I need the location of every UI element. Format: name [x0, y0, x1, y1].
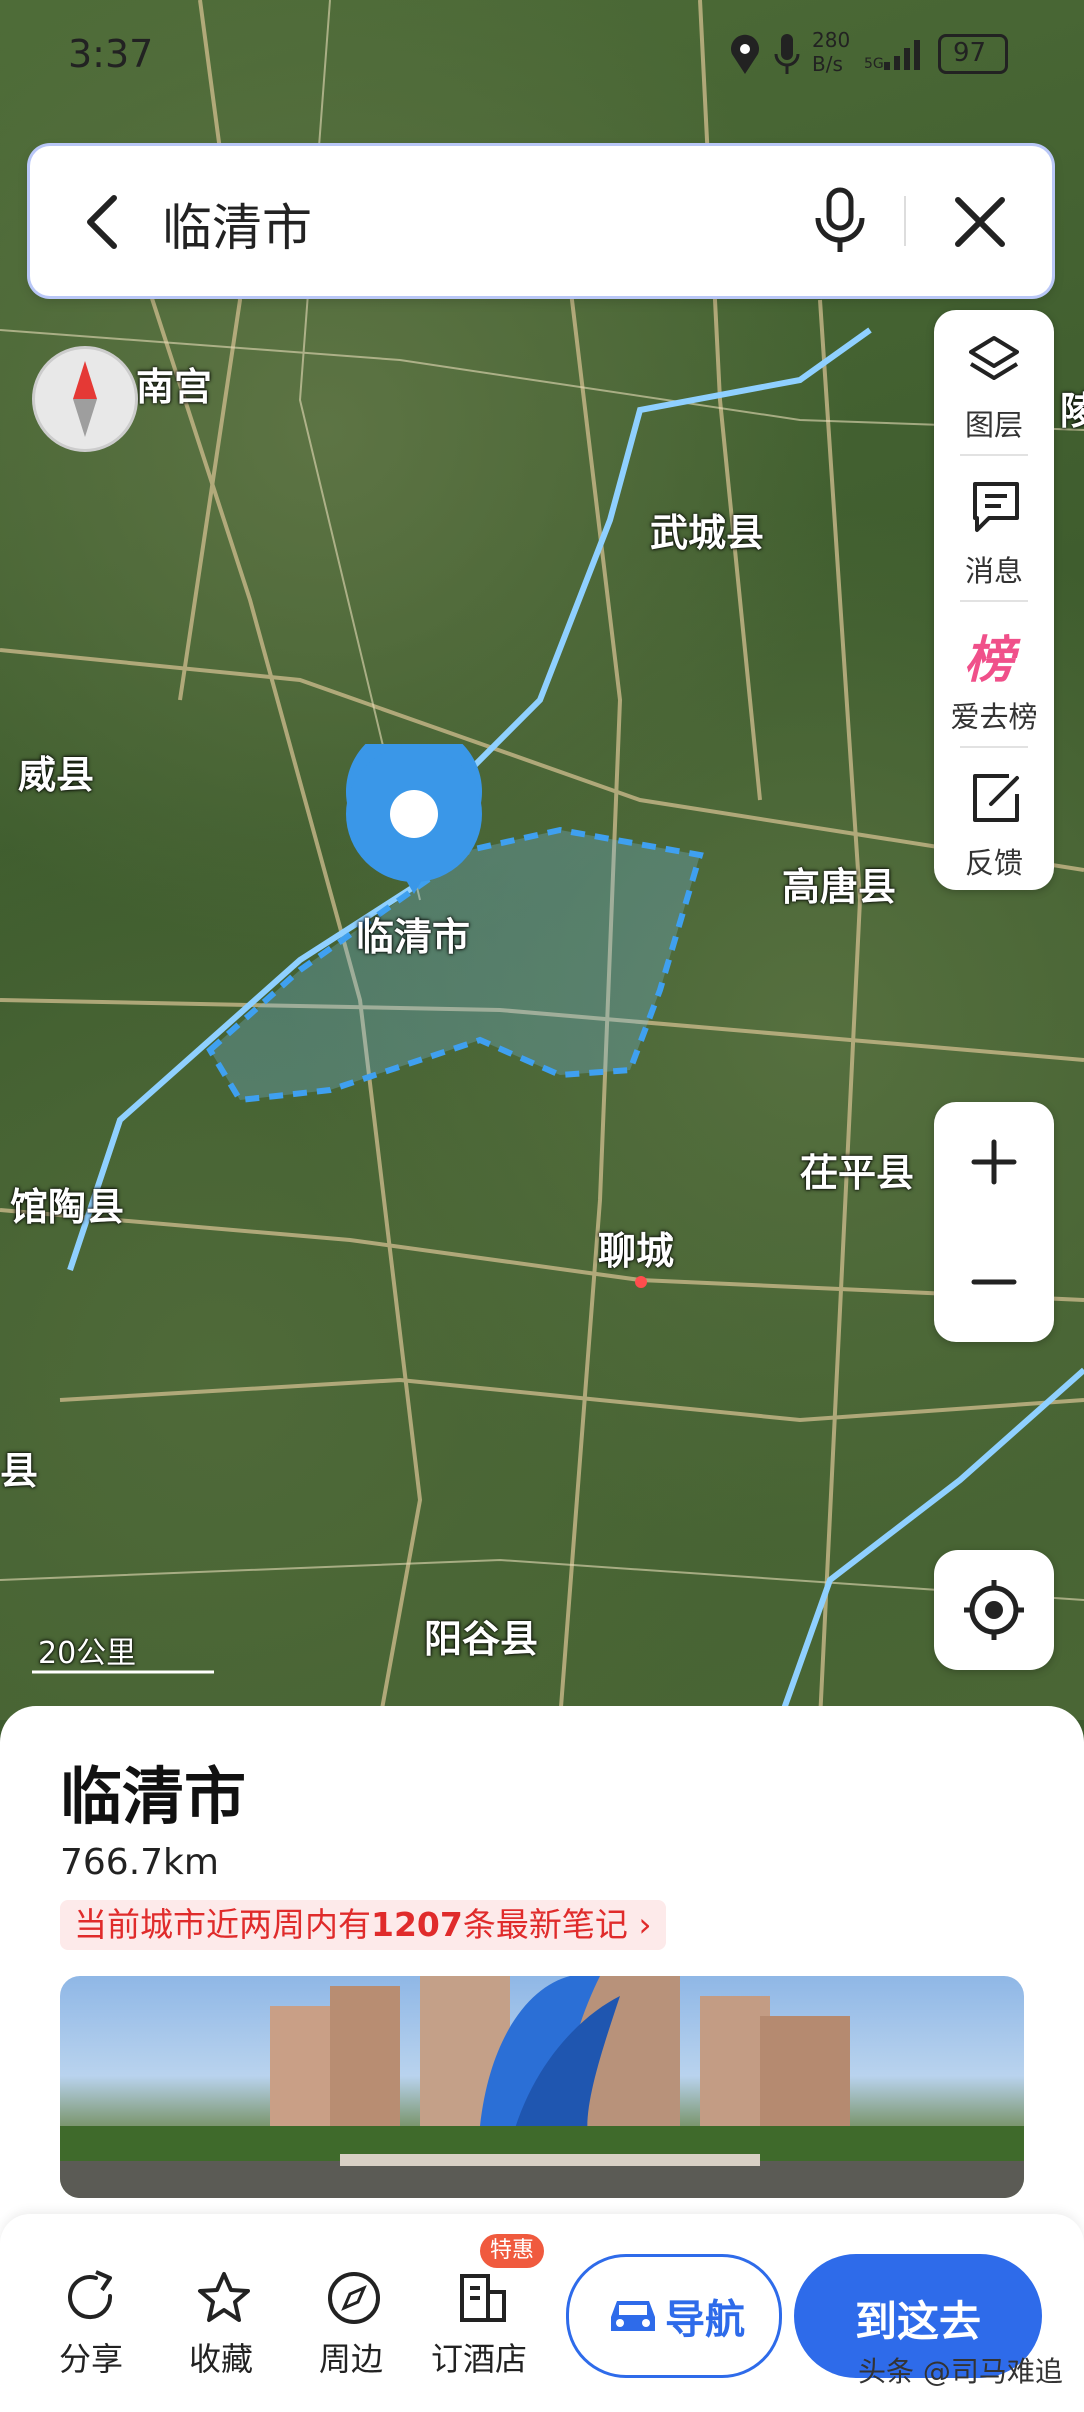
ranking-button[interactable]: 榜 爱去榜	[934, 602, 1054, 742]
navigate-button[interactable]: 导航	[566, 2254, 782, 2378]
car-icon	[611, 2301, 655, 2331]
place-label-gaotang[interactable]: 高唐县	[782, 856, 896, 911]
place-label-edge[interactable]: 陵	[1060, 380, 1084, 435]
messages-label: 消息	[964, 554, 1023, 588]
map-scale-label: 20公里	[38, 1636, 137, 1671]
search-bar[interactable]: 临清市	[30, 146, 1052, 296]
chevron-right-icon: ›	[638, 1905, 652, 1944]
place-label-partial-county[interactable]: 县	[0, 1440, 38, 1495]
messages-button[interactable]: 消息	[934, 456, 1054, 596]
layers-button[interactable]: 图层	[934, 310, 1054, 450]
battery-level: 97	[953, 38, 987, 68]
place-label-liaocheng[interactable]: 聊城	[598, 1220, 674, 1275]
notes-prefix: 当前城市近两周内有	[74, 1905, 371, 1944]
place-label-guantao[interactable]: 馆陶县	[10, 1176, 124, 1231]
message-icon	[973, 482, 1019, 532]
compass-nav-icon	[328, 2272, 380, 2324]
edit-icon	[973, 774, 1019, 822]
ranking-label: 爱去榜	[950, 700, 1038, 734]
zoom-out-button[interactable]	[970, 1258, 1018, 1306]
search-divider	[904, 196, 906, 246]
signal-icon: 5G	[864, 40, 920, 72]
layers-label: 图层	[964, 408, 1023, 442]
favorite-label: 收藏	[188, 2340, 253, 2378]
map-side-toolbar: 图层 消息 榜 爱去榜 反馈	[934, 310, 1054, 890]
place-label-linqing[interactable]: 临清市	[356, 906, 470, 961]
place-photo[interactable]	[60, 1976, 1024, 2198]
share-icon	[68, 2270, 113, 2320]
place-label-chiping[interactable]: 茌平县	[800, 1142, 914, 1197]
navigate-label: 导航	[665, 2297, 745, 2343]
go-here-label: 到这去	[854, 2297, 981, 2346]
notes-suffix: 条最新笔记	[462, 1905, 628, 1944]
zoom-in-button[interactable]	[970, 1138, 1018, 1186]
locate-me-button[interactable]	[934, 1550, 1054, 1670]
place-label-weixian[interactable]: 威县	[18, 744, 94, 799]
ranking-icon: 榜	[964, 631, 1014, 689]
hotel-deal-badge: 特惠	[480, 2234, 545, 2268]
feedback-label: 反馈	[964, 846, 1023, 880]
city-photo-illustration	[60, 1976, 1024, 2198]
net-unit: B/s	[812, 52, 843, 76]
watermark: 头条 @司马难追	[858, 2355, 1063, 2388]
place-title: 临清市	[60, 1760, 247, 1833]
compass-icon[interactable]	[32, 346, 138, 452]
hotel-icon	[460, 2274, 506, 2322]
hotel-label: 订酒店	[430, 2340, 527, 2378]
place-distance: 766.7km	[60, 1842, 219, 1883]
search-query[interactable]: 临清市	[162, 188, 312, 260]
nearby-label: 周边	[318, 2340, 383, 2378]
zoom-controls	[934, 1102, 1054, 1342]
notes-count: 1207	[371, 1905, 463, 1944]
layers-icon	[969, 336, 1019, 380]
place-label-wucheng[interactable]: 武城县	[650, 502, 764, 557]
notes-banner[interactable]: 当前城市近两周内有1207条最新笔记 ›	[60, 1900, 666, 1950]
net-speed: 280	[812, 28, 851, 52]
status-icons: 280 B/s 5G 97	[728, 28, 1048, 84]
voice-input-icon[interactable]	[810, 186, 870, 256]
feedback-button[interactable]: 反馈	[934, 748, 1054, 888]
map-pin-icon[interactable]	[344, 723, 484, 904]
mic-status-icon	[774, 34, 800, 74]
place-label-yanggu[interactable]: 阳谷县	[424, 1608, 538, 1663]
status-time: 3:37	[68, 32, 154, 76]
battery-icon: 97	[938, 34, 1008, 74]
location-status-icon	[731, 34, 759, 74]
back-icon[interactable]	[78, 192, 128, 252]
svg-text:5G: 5G	[864, 56, 884, 72]
star-icon	[198, 2272, 250, 2322]
crosshair-icon	[964, 1580, 1024, 1640]
close-icon[interactable]	[950, 192, 1010, 252]
share-label: 分享	[58, 2340, 123, 2378]
place-label-nangong[interactable]: 南宫	[136, 356, 212, 411]
